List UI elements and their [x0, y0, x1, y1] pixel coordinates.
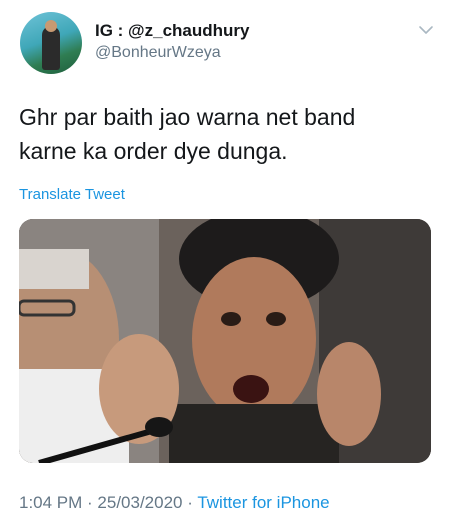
display-name[interactable]: IG : @z_chaudhury	[95, 21, 250, 41]
tweet-source-link[interactable]: Twitter for iPhone	[197, 493, 329, 512]
chevron-down-icon[interactable]	[418, 24, 434, 36]
meta-separator-2: ·	[182, 493, 198, 512]
tweet-metadata: 1:04 PM · 25/03/2020 · Twitter for iPhon…	[19, 493, 330, 513]
tweet-text: Ghr par baith jao warna net band karne k…	[19, 104, 356, 164]
tweet-media-image[interactable]	[19, 219, 431, 463]
avatar[interactable]	[20, 12, 82, 74]
user-handle[interactable]: @BonheurWzeya	[95, 44, 221, 62]
tweet-date[interactable]: 25/03/2020	[97, 493, 182, 512]
meta-separator: ·	[82, 493, 98, 512]
translate-tweet-link[interactable]: Translate Tweet	[19, 186, 125, 203]
tweet-time[interactable]: 1:04 PM	[19, 493, 82, 512]
avatar-figure	[42, 26, 60, 70]
media-photo	[19, 219, 431, 463]
avatar-head	[45, 20, 57, 32]
